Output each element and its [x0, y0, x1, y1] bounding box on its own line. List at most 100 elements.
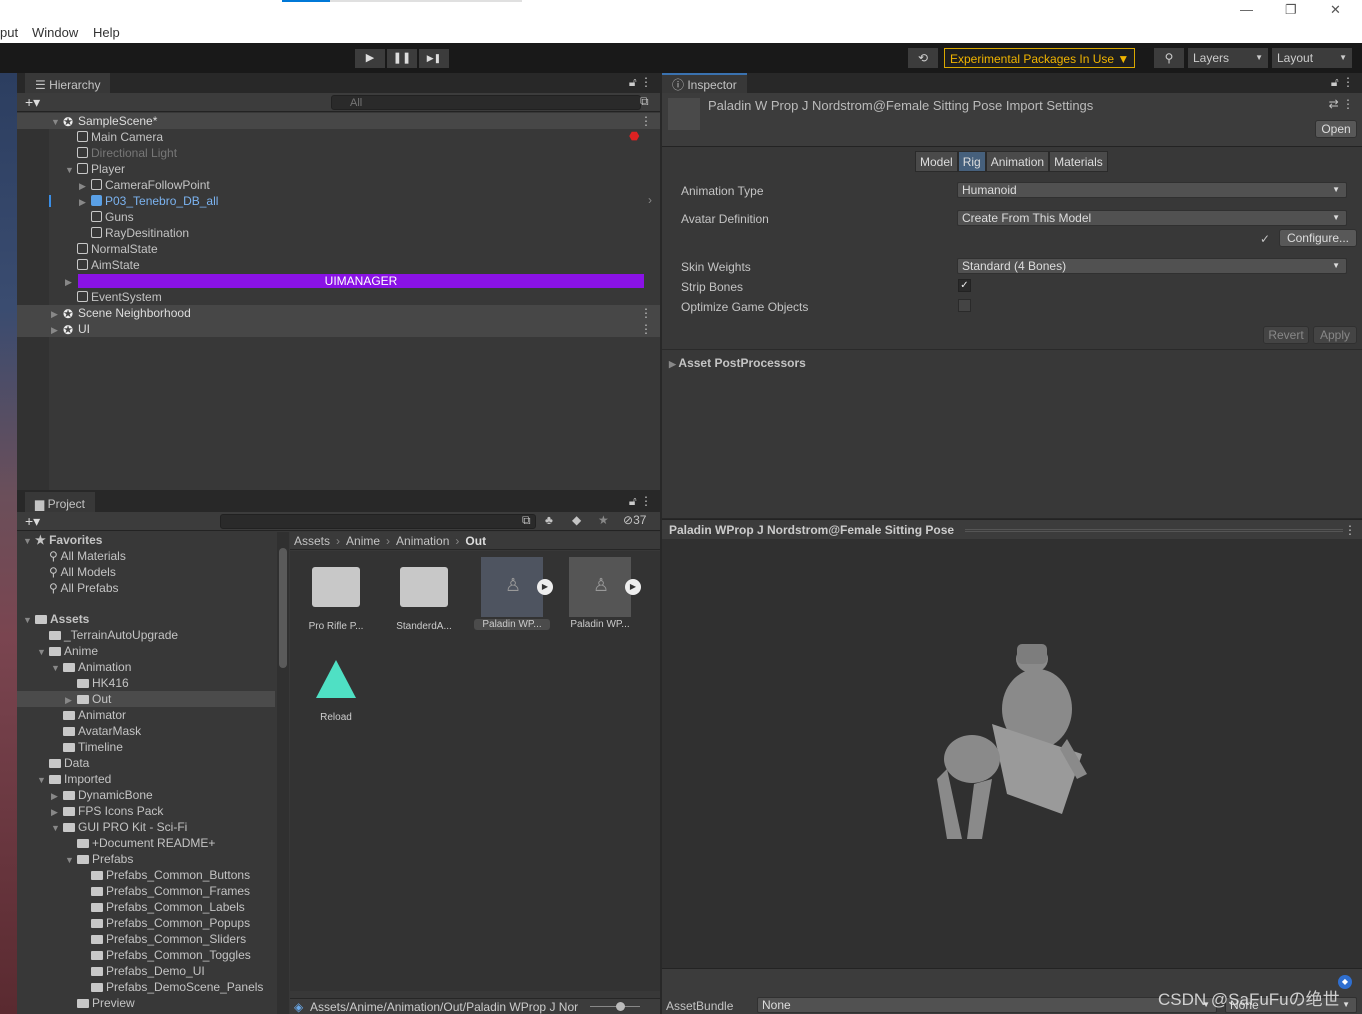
- close-icon[interactable]: ✕: [1330, 2, 1341, 18]
- preview-menu-icon[interactable]: ⋮: [1344, 523, 1356, 537]
- add-button[interactable]: +▾: [25, 513, 40, 530]
- experimental-packages-button[interactable]: Experimental Packages In Use ▼: [944, 48, 1136, 68]
- hierarchy-row[interactable]: ▶ CameraFollowPoint: [17, 177, 660, 193]
- hierarchy-row[interactable]: RayDesitination: [17, 225, 660, 241]
- hierarchy-row[interactable]: Guns: [17, 209, 660, 225]
- expand-arrow-icon[interactable]: ▼: [65, 162, 77, 178]
- tree-row[interactable]: Prefabs_Common_Frames: [17, 883, 275, 899]
- hierarchy-row[interactable]: ▶ UIMANAGER: [17, 273, 660, 289]
- configure-button[interactable]: Configure...: [1279, 229, 1357, 247]
- asset-item[interactable]: Reload: [298, 656, 374, 736]
- avatar-definition-dropdown[interactable]: Create From This Model ▼: [957, 210, 1347, 226]
- hierarchy-row[interactable]: Main Camera: [17, 129, 660, 145]
- hierarchy-row[interactable]: ▶ ✪ UI ⋮: [17, 321, 660, 337]
- strip-bones-checkbox[interactable]: ✓: [958, 279, 971, 292]
- expand-arrow-icon[interactable]: ▼: [51, 114, 63, 130]
- asset-postprocessors-foldout[interactable]: ▶ Asset PostProcessors: [669, 356, 806, 370]
- animation-type-dropdown[interactable]: Humanoid ▼: [957, 182, 1347, 198]
- hidden-packages-toggle[interactable]: ⊘37: [623, 513, 646, 527]
- play-button[interactable]: ▶: [355, 49, 385, 68]
- tree-row[interactable]: Preview: [17, 995, 275, 1011]
- expand-arrow-icon[interactable]: ▼: [51, 660, 63, 676]
- open-button[interactable]: Open: [1315, 120, 1357, 138]
- row-menu-icon[interactable]: ⋮: [640, 321, 652, 337]
- tree-row[interactable]: Prefabs_Common_Popups: [17, 915, 275, 931]
- breadcrumb-item[interactable]: Anime: [346, 534, 380, 548]
- step-button[interactable]: ▶❚: [419, 49, 449, 68]
- expand-arrow-icon[interactable]: ▼: [23, 612, 35, 628]
- tab-rig[interactable]: Rig: [957, 151, 986, 172]
- hierarchy-row[interactable]: ▶ ✪ Scene Neighborhood ⋮: [17, 305, 660, 321]
- filter-by-label-icon[interactable]: ◆: [572, 513, 581, 527]
- breadcrumb-item[interactable]: Out: [465, 534, 486, 548]
- tree-row[interactable]: ▼ Imported: [17, 771, 275, 787]
- tree-row[interactable]: ▶ Out: [17, 691, 275, 707]
- expand-arrow-icon[interactable]: ▼: [51, 820, 63, 836]
- hierarchy-row[interactable]: ▶ P03_Tenebro_DB_all: [17, 193, 660, 209]
- expand-arrow-icon[interactable]: ▶: [65, 274, 77, 290]
- hierarchy-row[interactable]: Directional Light: [17, 145, 660, 161]
- asset-item[interactable]: ♙ ▶ Paladin WP...: [474, 557, 553, 641]
- icon-size-slider[interactable]: [590, 1002, 640, 1011]
- skin-weights-dropdown[interactable]: Standard (4 Bones) ▼: [957, 258, 1347, 274]
- tree-row[interactable]: Prefabs_Common_Sliders: [17, 931, 275, 947]
- lock-icon[interactable]: 🔓︎ ⋮: [1331, 75, 1354, 90]
- expand-arrow-icon[interactable]: ▼: [37, 644, 49, 660]
- tab-project[interactable]: ▆ Project: [25, 492, 95, 512]
- asset-item[interactable]: StanderdA...: [386, 561, 462, 641]
- tree-row[interactable]: AvatarMask: [17, 723, 275, 739]
- label-tag-icon[interactable]: ◆: [1338, 975, 1352, 989]
- hierarchy-row[interactable]: ▼ ✪ SampleScene* ⋮: [17, 113, 660, 129]
- tree-row[interactable]: ▼ Anime: [17, 643, 275, 659]
- tree-row[interactable]: Prefabs_DemoScene_Panels: [17, 979, 275, 995]
- tab-materials[interactable]: Materials: [1049, 151, 1108, 172]
- menu-window[interactable]: Window: [32, 25, 78, 40]
- filter-by-type-icon[interactable]: ♣: [545, 513, 553, 527]
- tree-row[interactable]: ⚲ All Models: [17, 564, 275, 580]
- tab-animation[interactable]: Animation: [985, 151, 1050, 172]
- expand-arrow-icon[interactable]: ▼: [65, 852, 77, 868]
- expand-arrow-icon[interactable]: ›: [648, 193, 652, 207]
- expand-arrow-icon[interactable]: ▼: [23, 533, 35, 549]
- lock-icon[interactable]: 🔓︎ ⋮: [629, 494, 652, 509]
- tree-row[interactable]: ▶ DynamicBone: [17, 787, 275, 803]
- expand-arrow-icon[interactable]: ▶: [51, 322, 63, 338]
- hierarchy-row[interactable]: ▼ Player: [17, 161, 660, 177]
- tree-row[interactable]: Animator: [17, 707, 275, 723]
- tree-row[interactable]: HK416: [17, 675, 275, 691]
- expand-arrow-icon[interactable]: ▶: [79, 194, 91, 210]
- tree-row[interactable]: ▼ GUI PRO Kit - Sci-Fi: [17, 819, 275, 835]
- lock-icon[interactable]: 🔓︎ ⋮: [629, 75, 652, 90]
- expand-arrow-icon[interactable]: ▶: [51, 804, 63, 820]
- hierarchy-search-input[interactable]: [331, 95, 641, 110]
- tab-inspector[interactable]: ⓘ Inspector: [662, 73, 747, 93]
- breadcrumb-item[interactable]: Animation: [396, 534, 449, 548]
- tree-row[interactable]: Prefabs_Common_Labels: [17, 899, 275, 915]
- tree-row[interactable]: Prefabs_Demo_UI: [17, 963, 275, 979]
- tree-row[interactable]: ▼ Prefabs: [17, 851, 275, 867]
- menu-help[interactable]: Help: [93, 25, 120, 40]
- play-preview-icon[interactable]: ▶: [625, 579, 641, 595]
- search-mode-icon[interactable]: ⧉: [640, 94, 649, 109]
- asset-item[interactable]: ♙ ▶ Paladin WP...: [562, 557, 641, 641]
- model-preview-viewport[interactable]: [662, 539, 1362, 968]
- row-menu-icon[interactable]: ⋮: [640, 113, 652, 129]
- expand-arrow-icon[interactable]: ▶: [65, 692, 77, 708]
- project-search-input[interactable]: [220, 514, 536, 529]
- tab-model[interactable]: Model: [915, 151, 958, 172]
- menu-input[interactable]: put: [0, 25, 18, 40]
- play-preview-icon[interactable]: ▶: [537, 579, 553, 595]
- assetbundle-dropdown[interactable]: None ▼: [757, 997, 1217, 1013]
- tree-row[interactable]: ⚲ All Prefabs: [17, 580, 275, 596]
- breadcrumb-item[interactable]: Assets: [294, 534, 330, 548]
- optimize-game-objects-checkbox[interactable]: [958, 299, 971, 312]
- tree-row[interactable]: ▼ Animation: [17, 659, 275, 675]
- add-button[interactable]: +▾: [25, 94, 40, 111]
- tab-hierarchy[interactable]: ☰ Hierarchy: [25, 73, 111, 93]
- expand-arrow-icon[interactable]: ▶: [51, 788, 63, 804]
- pause-button[interactable]: ❚❚: [387, 49, 417, 68]
- expand-arrow-icon[interactable]: ▼: [37, 772, 49, 788]
- tree-row[interactable]: +Document README+: [17, 835, 275, 851]
- tree-row[interactable]: ▼ Assets: [17, 611, 275, 627]
- tree-row[interactable]: ▶ FPS Icons Pack: [17, 803, 275, 819]
